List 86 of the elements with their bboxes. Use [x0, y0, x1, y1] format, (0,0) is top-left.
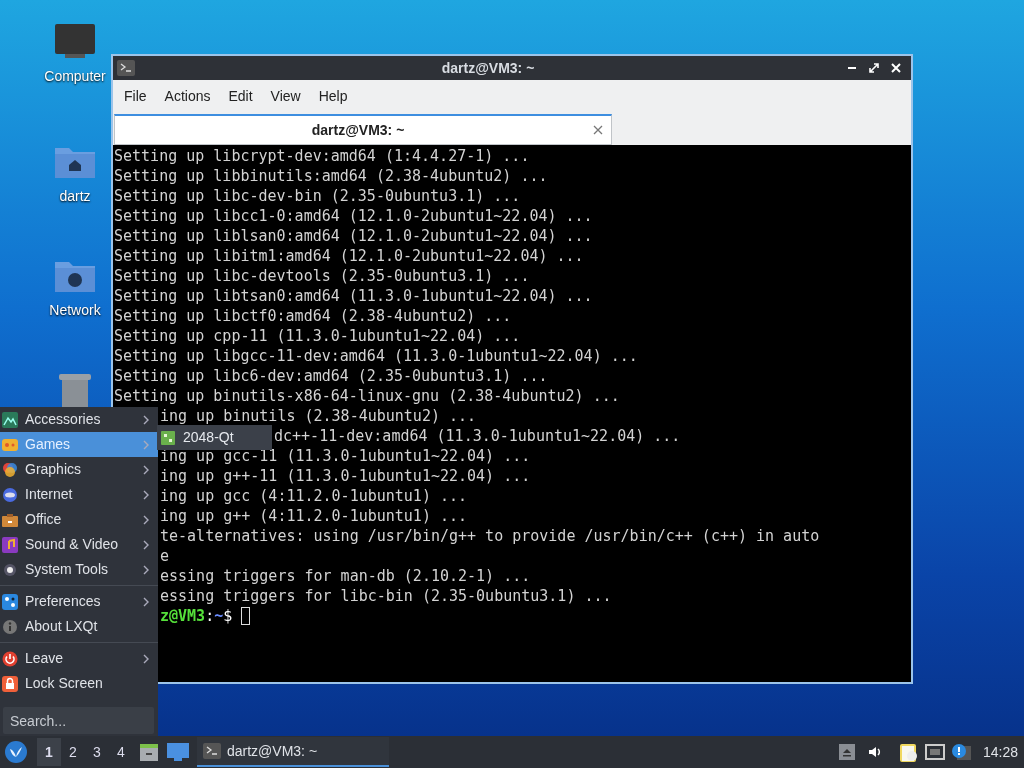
menu-entry[interactable]: Lock Screen	[0, 671, 158, 696]
chevron-right-icon	[143, 653, 150, 664]
menu-item[interactable]: View	[261, 85, 310, 107]
menu-entry[interactable]: Leave	[0, 646, 158, 671]
terminal-line: Setting up libc-devtools (2.35-0ubuntu3.1) ...	[114, 267, 530, 285]
chevron-right-icon	[143, 596, 150, 607]
menu-entry[interactable]: Graphics	[0, 457, 158, 482]
clock: 14:28	[982, 742, 1018, 762]
terminal-tab[interactable]: dartz@VM3: ~	[114, 114, 612, 145]
terminal-line: ing up gcc (4:11.2.0-1ubuntu1) ...	[160, 487, 468, 505]
terminal-line: Setting up cpp-11 (11.3.0-1ubuntu1~22.04) ...	[114, 327, 521, 345]
terminal-icon	[117, 60, 135, 76]
workspace-button[interactable]: 4	[109, 738, 133, 766]
prompt-separator: :	[205, 606, 215, 626]
prompt-symbol: $	[223, 606, 233, 626]
menu-entry[interactable]: 2048-Qt	[157, 425, 272, 450]
game-tile-icon	[161, 430, 175, 445]
search-field[interactable]: Search...	[3, 707, 154, 734]
prompt-path: ~	[214, 606, 224, 626]
file-cabinet-icon	[139, 742, 159, 762]
gamepad-icon	[2, 436, 18, 453]
terminal-line: Setting up liblsan0:amd64 (12.1.0-2ubuntu1~22.04) ...	[114, 227, 593, 245]
terminal-line: Setting up libcc1-0:amd64 (12.1.0-2ubuntu1~22.04) ...	[114, 207, 593, 225]
taskbar-task[interactable]: dartz@VM3: ~	[197, 737, 389, 767]
workspace-button[interactable]: 3	[85, 738, 109, 766]
terminal-line: Setting up libbinutils:amd64 (2.38-4ubuntu2) ...	[114, 167, 548, 185]
globe-icon	[2, 486, 18, 503]
color-circles-icon	[2, 461, 18, 478]
terminal-line: ing up g++-11 (11.3.0-1ubuntu1~22.04) ...	[160, 467, 531, 485]
terminal-line: Setting up binutils-x86-64-linux-gnu (2.38-4ubuntu2) ...	[114, 387, 620, 405]
chevron-right-icon	[143, 514, 150, 525]
power-icon	[2, 650, 18, 667]
eject-icon	[838, 744, 855, 760]
terminal-line: ing up gcc-11 (11.3.0-1ubuntu1~22.04) ...	[160, 447, 531, 465]
terminal-line: Setting up libtsan0:amd64 (11.3.0-1ubuntu1~22.04) ...	[114, 287, 593, 305]
chevron-right-icon	[143, 439, 150, 450]
cursor	[241, 607, 251, 625]
menu-entry[interactable]: Office	[0, 507, 158, 532]
desktop-icon-label[interactable]: Network	[49, 300, 101, 321]
notification-icon	[950, 743, 971, 761]
chevron-right-icon	[143, 414, 150, 425]
chevron-right-icon	[143, 564, 150, 575]
menu-entry[interactable]: Accessories	[0, 407, 158, 432]
close-tab-icon	[593, 125, 603, 135]
terminal-line: e	[160, 547, 170, 565]
briefcase-icon	[2, 511, 18, 528]
clipboard-icon	[898, 741, 919, 763]
menu-item[interactable]: File	[115, 85, 156, 107]
menu-item[interactable]: Help	[309, 85, 357, 107]
chart-icon	[2, 411, 18, 428]
desktop-icon	[167, 743, 189, 761]
menu-entry[interactable]: Preferences	[0, 589, 158, 614]
terminal-line: ing up binutils (2.38-4ubuntu2) ...	[160, 407, 477, 425]
terminal-line: te-alternatives: using /usr/bin/g++ to provide /usr/bin/c++ (c++) in auto	[160, 527, 820, 545]
menu-item[interactable]: Edit	[219, 85, 262, 107]
terminal-line: essing triggers for man-db (2.10.2-1) ...	[160, 567, 531, 585]
terminal-line: Setting up libgcc-11-dev:amd64 (11.3.0-1ubuntu1~22.04) ...	[114, 347, 638, 365]
menu-entry[interactable]: Internet	[0, 482, 158, 507]
workspace-button[interactable]: 1	[37, 738, 61, 766]
terminal-line: Setting up libc-dev-bin (2.35-0ubuntu3.1) ...	[114, 187, 521, 205]
terminal-line: Setting up libcrypt-dev:amd64 (1:4.4.27-1) ...	[114, 147, 530, 165]
monitor-icon	[53, 22, 97, 60]
terminal-line: Setting up libitm1:amd64 (12.1.0-2ubuntu1~22.04) ...	[114, 247, 584, 265]
close-icon	[890, 62, 902, 74]
menu-entry[interactable]: Sound & Video	[0, 532, 158, 557]
menu-entry[interactable]: System Tools	[0, 557, 158, 582]
prompt-user: z@VM3	[160, 606, 206, 626]
window-title: dartz@VM3: ~	[440, 58, 536, 78]
desktop-icon-label[interactable]: dartz	[59, 186, 91, 207]
start-menu-icon	[5, 741, 27, 763]
lock-icon	[2, 675, 18, 692]
chevron-right-icon	[143, 489, 150, 500]
menu-entry[interactable]: About LXQt	[0, 614, 158, 639]
terminal-line: essing triggers for libc-bin (2.35-0ubuntu3.1) ...	[160, 587, 612, 605]
menu-item[interactable]: Actions	[155, 85, 220, 107]
chevron-right-icon	[143, 464, 150, 475]
volume-icon	[866, 744, 883, 760]
terminal-line: Setting up libc6-dev:amd64 (2.35-0ubuntu3.1) ...	[114, 367, 548, 385]
chevron-right-icon	[143, 539, 150, 550]
workspace-button[interactable]: 2	[61, 738, 85, 766]
maximize-icon	[868, 62, 880, 74]
toggles-icon	[2, 593, 18, 610]
terminal-line: ing up g++ (4:11.2.0-1ubuntu1) ...	[160, 507, 468, 525]
terminal-line: Setting up libctf0:amd64 (2.38-4ubuntu2) ...	[114, 307, 512, 325]
terminal-line: dc++-11-dev:amd64 (11.3.0-1ubuntu1~22.04) ...	[274, 427, 681, 445]
terminal-icon	[203, 743, 221, 759]
